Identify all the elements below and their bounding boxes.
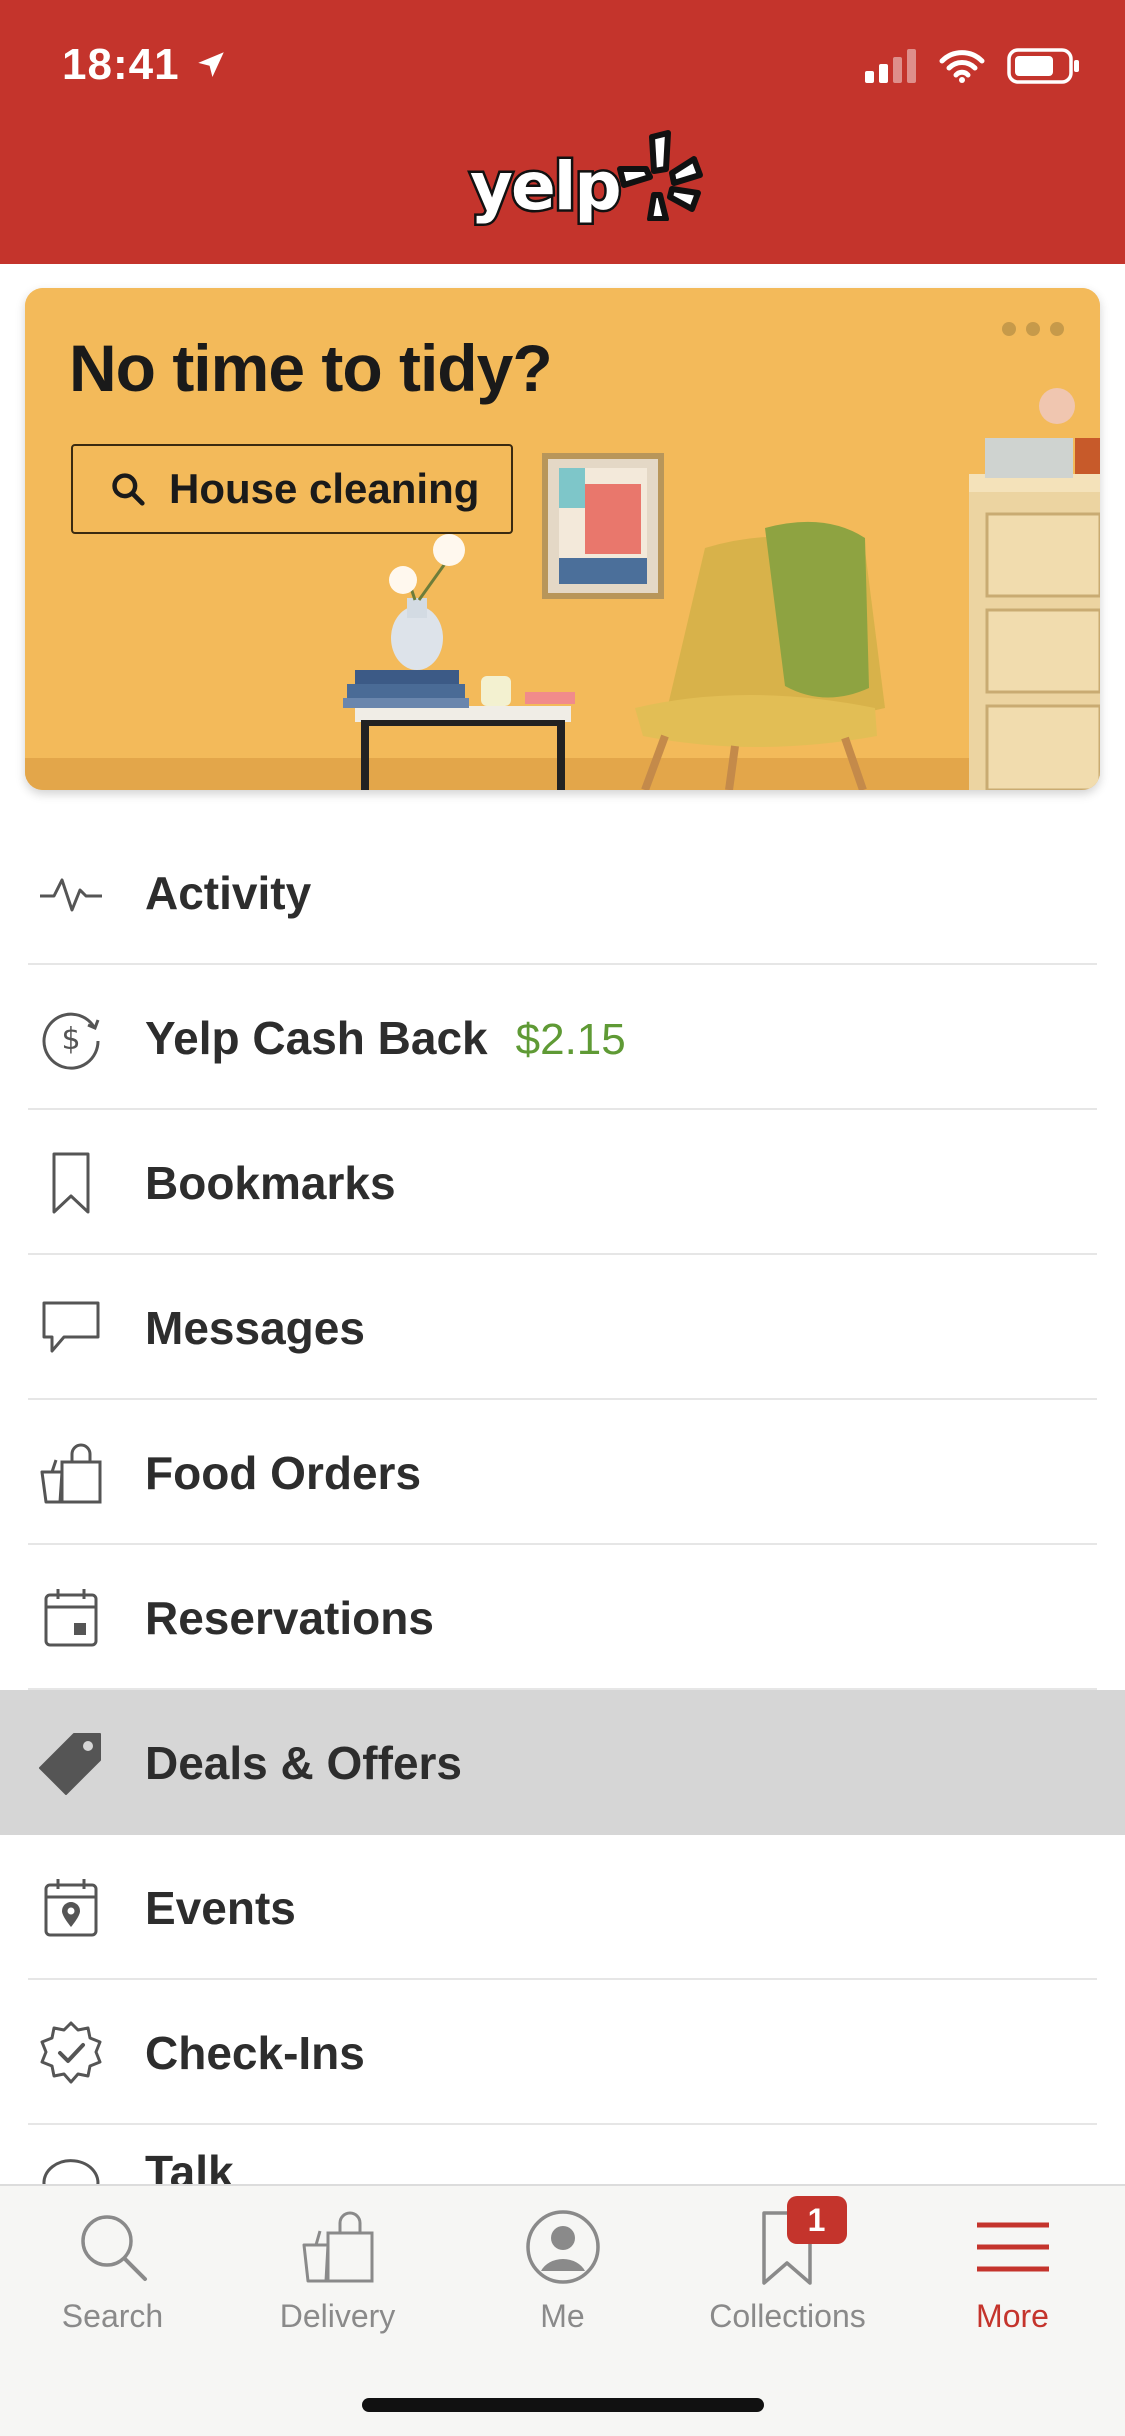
tab-me[interactable]: Me xyxy=(450,2202,675,2342)
svg-text:$: $ xyxy=(61,1022,80,1057)
status-icons xyxy=(865,48,1081,84)
tab-label: Delivery xyxy=(279,2298,396,2334)
hamburger-icon xyxy=(968,2202,1058,2292)
cellular-signal-icon xyxy=(865,49,916,83)
event-calendar-icon xyxy=(38,1875,104,1941)
menu-item-activity[interactable]: Activity xyxy=(0,820,1125,965)
user-icon xyxy=(518,2202,608,2292)
menu-item-label: Deals & Offers xyxy=(145,1736,463,1789)
collections-badge: 1 xyxy=(786,2196,847,2244)
dot xyxy=(1050,322,1064,336)
bookmark-icon xyxy=(38,1150,104,1216)
menu-item-check-ins[interactable]: Check-Ins xyxy=(0,1980,1125,2125)
cash-back-amount: $2.15 xyxy=(515,1014,626,1064)
menu-item-food-orders[interactable]: Food Orders xyxy=(0,1400,1125,1545)
menu-item-bookmarks[interactable]: Bookmarks xyxy=(0,1110,1125,1255)
tab-collections[interactable]: 1 Collections xyxy=(675,2196,900,2342)
house-cleaning-button[interactable]: House cleaning xyxy=(71,444,513,534)
menu-item-label: Messages xyxy=(145,1301,365,1354)
menu-item-events[interactable]: Events xyxy=(0,1835,1125,1980)
tag-icon xyxy=(38,1730,104,1796)
menu-item-label: Reservations xyxy=(145,1591,434,1644)
dot xyxy=(1026,322,1040,336)
status-bar-time: 18:41 xyxy=(62,40,228,90)
menu-item-yelp-cash-back[interactable]: $ Yelp Cash Back $2.15 xyxy=(0,965,1125,1110)
search-icon xyxy=(112,473,145,506)
shopping-bag-icon xyxy=(293,2202,383,2292)
clock: 18:41 xyxy=(62,40,180,89)
more-menu-list: Activity $ Yelp Cash Back $2.15 Bookmarks… xyxy=(0,820,1125,2185)
chat-icon xyxy=(38,2144,104,2185)
tab-label: Collections xyxy=(709,2298,866,2334)
menu-item-talk[interactable]: Talk xyxy=(0,2125,1125,2185)
bottom-tab-bar: Search Delivery Me 1 Collections More xyxy=(0,2184,1125,2436)
yelp-burst-icon xyxy=(616,129,703,221)
menu-item-label: Events xyxy=(145,1881,296,1934)
menu-item-reservations[interactable]: Reservations xyxy=(0,1545,1125,1690)
tab-more[interactable]: More xyxy=(900,2202,1125,2342)
calendar-icon xyxy=(38,1585,104,1651)
speech-bubble-icon xyxy=(38,1295,104,1361)
tab-label: Search xyxy=(61,2298,164,2334)
location-arrow-icon xyxy=(197,52,224,78)
promo-title: No time to tidy? xyxy=(69,331,553,405)
home-indicator[interactable] xyxy=(362,2398,764,2412)
cash-back-label: Yelp Cash Back xyxy=(145,1011,488,1064)
tab-search[interactable]: Search xyxy=(0,2202,225,2342)
tab-label: Me xyxy=(540,2298,585,2334)
menu-item-label: Activity xyxy=(145,866,312,919)
logo-wordmark: yelp xyxy=(468,146,625,228)
app-header: 18:41 yelp xyxy=(0,0,1125,264)
menu-item-label: Talk xyxy=(145,2146,234,2185)
tab-delivery[interactable]: Delivery xyxy=(225,2202,450,2342)
bookmark-icon: 1 xyxy=(743,2196,847,2292)
shopping-bag-icon xyxy=(38,1440,104,1506)
promo-card[interactable]: No time to tidy? House cleaning xyxy=(25,288,1100,790)
dollar-refresh-icon: $ xyxy=(38,1005,104,1071)
house-cleaning-label: House cleaning xyxy=(169,465,480,512)
dot xyxy=(1002,322,1016,336)
menu-item-label: Food Orders xyxy=(145,1446,422,1499)
menu-item-label: Yelp Cash Back $2.15 xyxy=(145,1011,626,1065)
menu-item-messages[interactable]: Messages xyxy=(0,1255,1125,1400)
yelp-logo: yelp xyxy=(468,129,704,228)
more-options-icon[interactable] xyxy=(1002,322,1064,336)
battery-icon xyxy=(1007,48,1079,84)
check-badge-icon xyxy=(38,2020,104,2086)
wifi-icon xyxy=(939,50,985,83)
menu-item-label: Check-Ins xyxy=(145,2026,365,2079)
activity-icon xyxy=(38,860,104,926)
menu-item-label: Bookmarks xyxy=(145,1156,396,1209)
search-icon xyxy=(68,2202,158,2292)
tab-label: More xyxy=(976,2298,1049,2334)
menu-item-deals-offers[interactable]: Deals & Offers xyxy=(0,1690,1125,1835)
